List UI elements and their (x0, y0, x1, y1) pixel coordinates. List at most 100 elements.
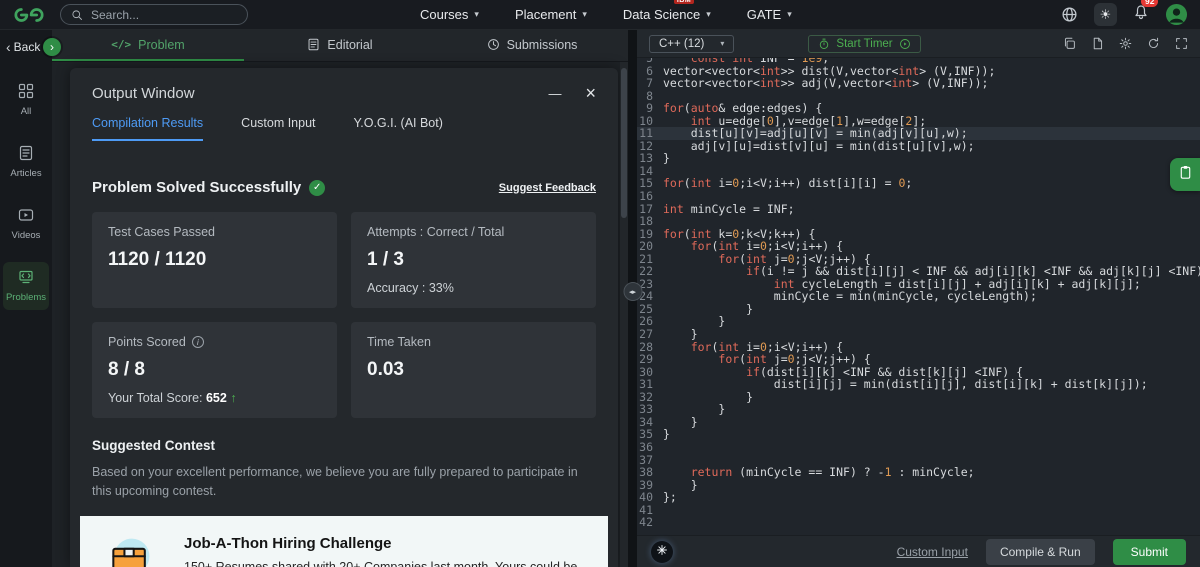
nav-item-label: GATE (746, 7, 782, 22)
tab-editorial[interactable]: Editorial (244, 30, 436, 61)
code-line[interactable]: 31 dist[i][j] = min(dist[i][j], dist[i][… (637, 378, 1200, 391)
submit-button[interactable]: Submit (1112, 538, 1186, 565)
minimize-icon[interactable]: — (548, 86, 561, 101)
caret-down-icon: ▾ (706, 9, 711, 19)
bell-icon (1133, 4, 1149, 25)
play-circle-icon (899, 38, 911, 50)
code-line[interactable]: 9 for(auto& edge:edges) { (637, 102, 1200, 115)
article-icon (18, 145, 34, 164)
custom-input-link[interactable]: Custom Input (897, 545, 968, 559)
subtab-custom-input[interactable]: Custom Input (241, 116, 315, 141)
sidebar-item-articles[interactable]: Articles (3, 138, 49, 186)
language-label: C++ (12) (659, 37, 705, 50)
code-line[interactable]: 26 } (637, 315, 1200, 328)
language-select[interactable]: C++ (12) ▾ (649, 34, 735, 53)
top-navbar: Courses▾Placement▾Data ScienceIBM▾GATE▾ … (0, 0, 1200, 30)
card-title: Attempts : Correct / Total (367, 225, 505, 239)
scrollbar[interactable] (620, 62, 628, 567)
ai-assistant-button[interactable] (651, 540, 673, 563)
output-body: Problem Solved Successfully ✓ Suggest Fe… (70, 141, 618, 567)
back-button[interactable]: ‹ Back › (0, 30, 61, 64)
contest-banner[interactable]: Job-A-Thon Hiring Challenge 150+ Resumes… (80, 515, 608, 567)
tab-submissions[interactable]: Submissions (436, 30, 628, 61)
code-line[interactable]: 40}; (637, 491, 1200, 504)
left-rail: ‹ Back › All Articles Videos Problems (0, 30, 61, 567)
card-value: 8 / 8 (108, 359, 145, 380)
sparkle-icon (656, 543, 668, 561)
subtab-y-o-g-i-ai-bot[interactable]: Y.O.G.I. (AI Bot) (354, 116, 443, 141)
sidebar-item-videos[interactable]: Videos (3, 200, 49, 248)
suggest-feedback-link[interactable]: Suggest Feedback (499, 182, 596, 194)
code-text: for(int i=0;i<V;i++) dist[i][i] = 0; (663, 176, 913, 191)
code-line[interactable]: 36 (637, 441, 1200, 454)
search-box[interactable] (60, 4, 248, 25)
caret-down-icon: ▾ (787, 9, 792, 19)
translate-icon[interactable] (1061, 6, 1078, 23)
code-line[interactable]: 22 if(i != j && dist[i][j] < INF && adj[… (637, 265, 1200, 278)
code-line[interactable]: 17 int minCycle = INF; (637, 202, 1200, 216)
line-number: 9 (646, 101, 653, 116)
line-number: 20 (639, 239, 653, 254)
floating-clipboard-button[interactable] (1170, 158, 1200, 191)
back-label: Back (13, 40, 41, 54)
sidebar-item-problems[interactable]: Problems (3, 262, 49, 310)
card-value: 0.03 (367, 359, 404, 380)
copy-icon[interactable] (1063, 37, 1076, 50)
compile-run-button[interactable]: Compile & Run (985, 538, 1095, 565)
nav-item-data-science[interactable]: Data Science IBM ▾ (623, 0, 711, 22)
code-line[interactable]: 34 } (637, 416, 1200, 429)
code-line[interactable]: 13} (637, 152, 1200, 165)
refresh-icon[interactable] (1147, 37, 1160, 50)
primary-nav: Courses ▾ Placement ▾ Data Science IBM ▾ GATE ▾ (420, 0, 792, 22)
problem-tabbar: </> Problem Editorial Submissions (52, 30, 628, 62)
fullscreen-icon[interactable] (1175, 37, 1188, 50)
subtab-compilation-results[interactable]: Compilation Results (92, 116, 204, 141)
nav-item-courses[interactable]: Courses ▾ (420, 7, 479, 22)
line-number: 40 (639, 490, 653, 505)
code-line[interactable]: 33 } (637, 403, 1200, 416)
code-line[interactable]: 12 adj[v][u]=dist[v][u] = min(dist[u][v]… (637, 140, 1200, 153)
gfg-logo[interactable] (12, 6, 46, 24)
code-line[interactable]: 39 } (637, 479, 1200, 492)
code-line[interactable]: 15 for(int i=0;i<V;i++) dist[i][i] = 0; (637, 177, 1200, 190)
code-text: vector<vector<int>> adj(V,vector<int> (V… (663, 76, 989, 91)
code-line[interactable]: 7 vector<vector<int>> adj(V,vector<int> (… (637, 77, 1200, 90)
suggested-contest-heading: Suggested Contest (92, 438, 216, 453)
expand-panel-button[interactable]: › (43, 38, 61, 56)
code-line[interactable]: 18 (637, 215, 1200, 228)
code-line[interactable]: 29 for(int j=0;j<V;j++) { (637, 353, 1200, 366)
line-number: 18 (639, 214, 653, 229)
start-timer-button[interactable]: Start Timer (808, 34, 921, 53)
nav-item-label: Placement (514, 7, 577, 22)
sidebar-item-all[interactable]: All (3, 76, 49, 124)
editor-footer: Custom Input Compile & Run Submit (637, 535, 1200, 567)
nav-item-placement[interactable]: Placement ▾ (515, 7, 587, 22)
code-line[interactable]: 42 (637, 516, 1200, 529)
code-line[interactable]: 11 dist[u][v]=adj[u][v] = min(adj[v][u],… (637, 127, 1200, 140)
success-check-icon: ✓ (309, 179, 326, 196)
card-title: Time Taken (367, 335, 431, 349)
rail-items: All Articles Videos Problems (0, 76, 52, 310)
code-line[interactable]: 16 (637, 190, 1200, 203)
code-text: dist[i][j] = min(dist[i][j], dist[i][k] … (663, 377, 1148, 392)
code-editor[interactable]: 5 const int INF = 1e9; 6 vector<vector<int… (637, 58, 1200, 535)
avatar[interactable] (1165, 3, 1188, 26)
info-icon[interactable]: i (191, 336, 204, 348)
file-icon[interactable] (1091, 37, 1104, 50)
panel-resize-handle[interactable]: ◂▸ (623, 282, 642, 301)
code-line[interactable]: 35} (637, 428, 1200, 441)
theme-toggle-button[interactable]: ☀ (1094, 3, 1117, 26)
search-input[interactable] (91, 7, 246, 22)
code-line[interactable]: 41 (637, 504, 1200, 517)
output-window-header: Output Window — × (70, 68, 618, 112)
line-number: 16 (639, 189, 653, 204)
nav-item-gate[interactable]: GATE ▾ (747, 7, 792, 22)
editor-toolbar: C++ (12) ▾ Start Timer (637, 30, 1200, 58)
scrollbar-thumb[interactable] (621, 68, 627, 218)
code-line[interactable]: 38 return (minCycle == INF) ? -1 : minCy… (637, 466, 1200, 479)
close-icon[interactable]: × (585, 84, 596, 102)
settings-icon[interactable] (1119, 37, 1132, 50)
notifications-button[interactable]: 92 (1133, 0, 1159, 25)
tab-problem[interactable]: </> Problem (52, 30, 244, 61)
banner-subtitle: 150+ Resumes shared with 20+ Companies l… (184, 560, 586, 567)
